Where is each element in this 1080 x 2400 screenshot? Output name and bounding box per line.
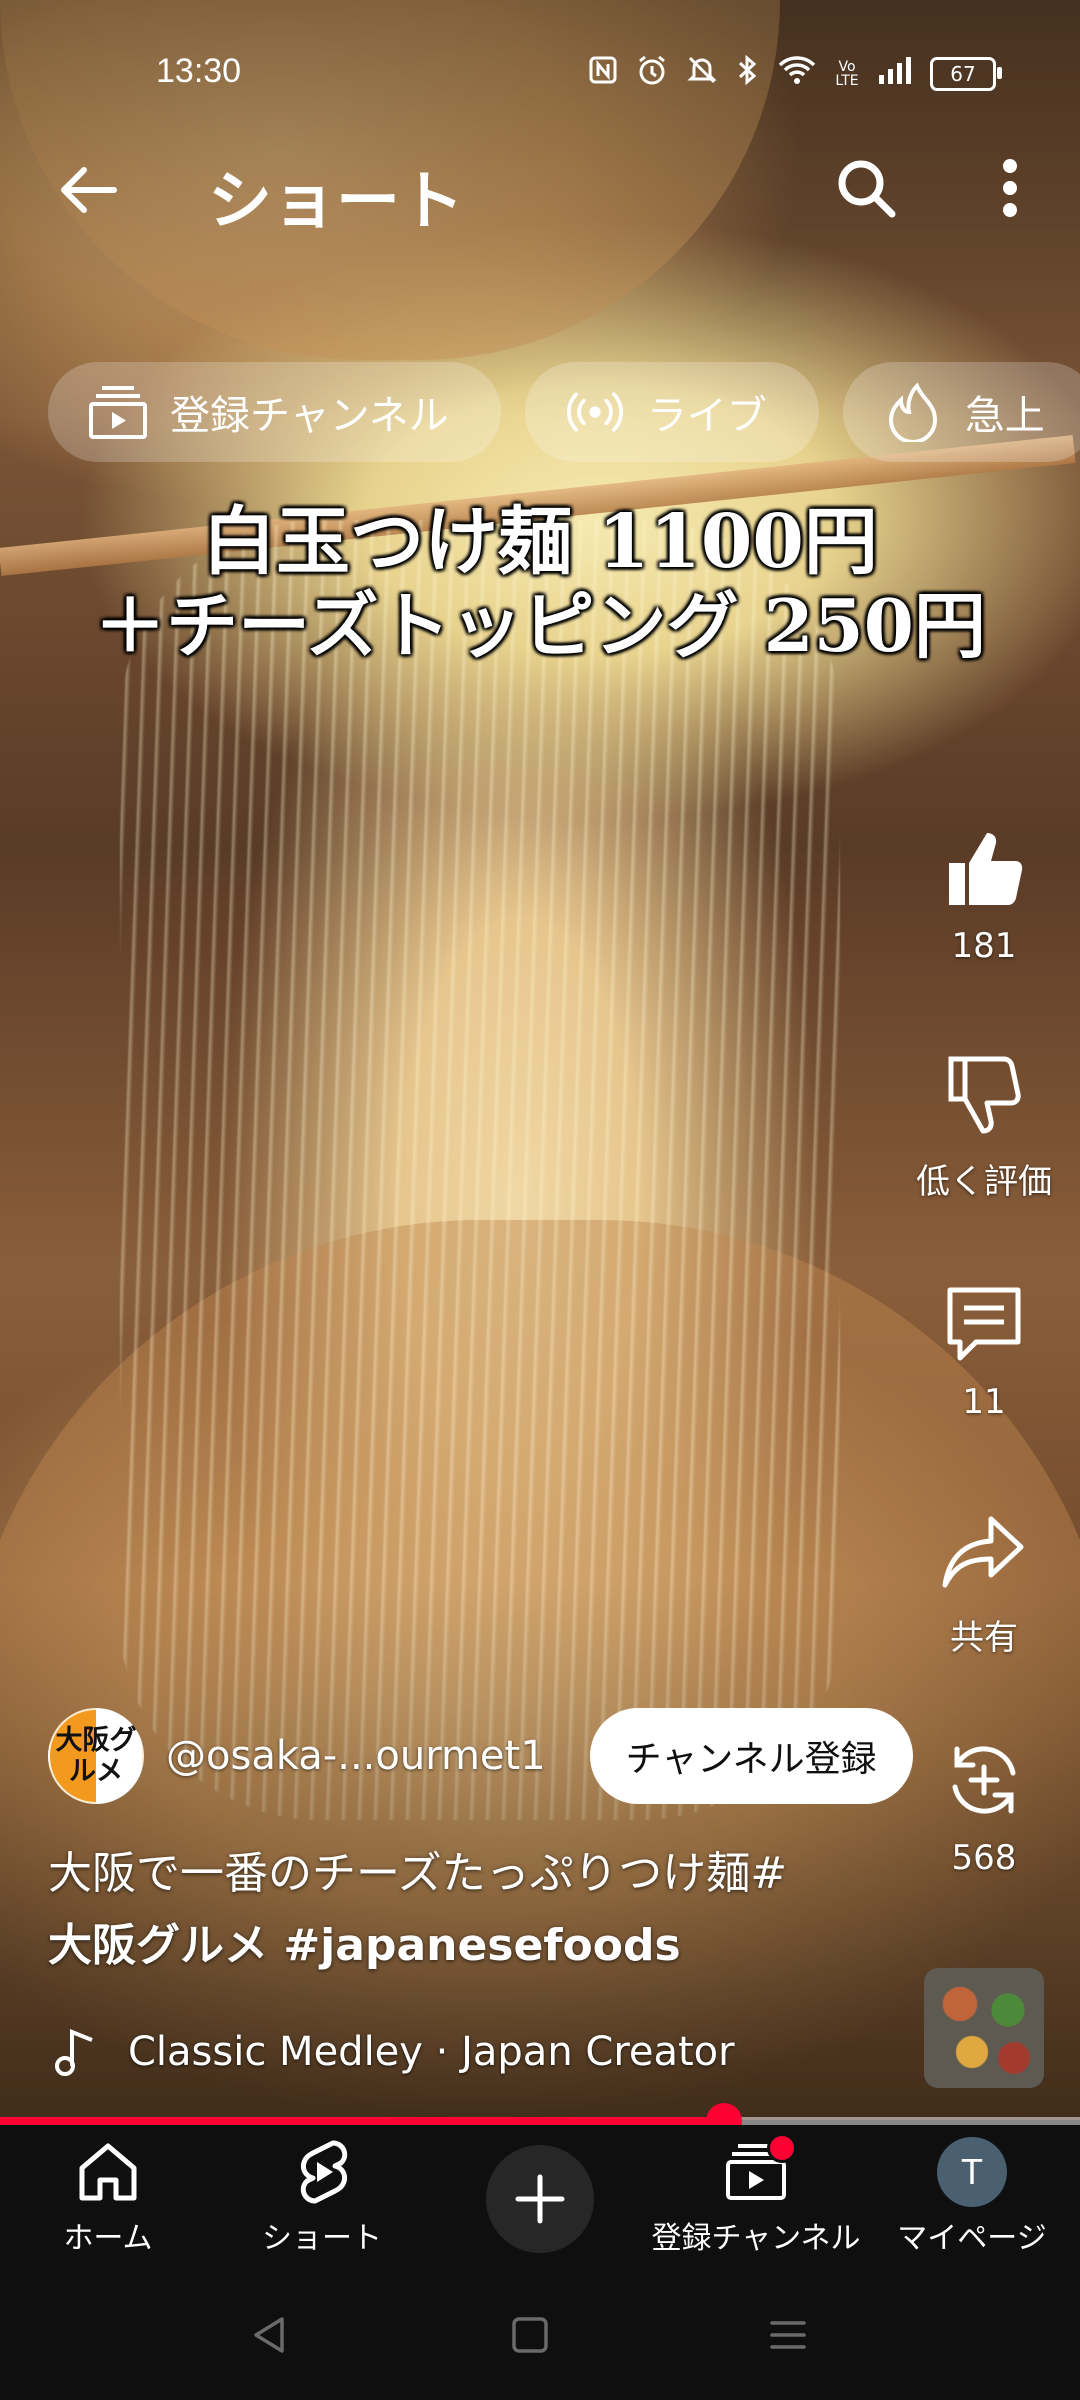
channel-handle[interactable]: @osaka-...ourmet1 — [166, 1733, 546, 1779]
progress-bar[interactable] — [0, 2103, 1080, 2139]
signal-icon — [878, 55, 912, 93]
subscriptions-icon — [88, 382, 148, 442]
system-recents-button[interactable] — [758, 2305, 818, 2365]
more-vert-icon — [1003, 159, 1017, 217]
remix-count: 568 — [951, 1838, 1017, 1878]
live-icon — [565, 382, 625, 442]
nav-my-page[interactable]: T マイページ — [872, 2137, 1072, 2257]
battery-icon: 67 — [930, 57, 1002, 91]
more-options-button[interactable] — [970, 148, 1050, 228]
nav-label: マイページ — [897, 2221, 1047, 2256]
mute-icon — [686, 54, 718, 94]
nav-label: 登録チャンネル — [651, 2221, 861, 2256]
nav-home[interactable]: ホーム — [8, 2137, 208, 2257]
caption-line-2: ＋チーズトッピング 250円 — [94, 583, 986, 668]
dislike-button[interactable]: 低く評価 — [904, 1048, 1064, 1203]
square-home-icon — [512, 2317, 548, 2353]
shorts-icon — [287, 2137, 357, 2207]
page-title: ショート — [208, 165, 464, 239]
music-row[interactable]: Classic Medley · Japan Creator — [48, 2020, 735, 2084]
progress-fill — [0, 2117, 724, 2125]
system-home-button[interactable] — [500, 2305, 560, 2365]
share-button[interactable]: 共有 — [904, 1504, 1064, 1659]
video-description[interactable]: 大阪で一番のチーズたっぷりつけ麺# 大阪グルメ #japanesefoods — [48, 1838, 888, 1982]
status-icons: Vo LTE 67 — [588, 54, 1002, 94]
search-button[interactable] — [826, 148, 906, 228]
trending-icon — [883, 382, 943, 442]
nav-subscriptions[interactable]: 登録チャンネル — [651, 2133, 861, 2257]
subscribe-button[interactable]: チャンネル登録 — [589, 1708, 913, 1804]
avatar-letter: T — [937, 2137, 1007, 2207]
nav-label: ショート — [262, 2221, 382, 2256]
bottom-navigation: ホーム ショート 登録チャンネル T マイページ — [0, 2125, 1080, 2265]
volte-icon: Vo LTE — [835, 59, 859, 89]
search-icon — [838, 160, 896, 218]
chip-subscriptions[interactable]: 登録チャンネル — [48, 362, 501, 462]
like-count: 181 — [951, 926, 1017, 966]
plus-icon — [515, 2174, 565, 2224]
filter-chips: 登録チャンネル ライブ 急上 — [48, 362, 1080, 462]
subscriptions-icon — [721, 2133, 797, 2207]
menu-recents-icon — [770, 2321, 806, 2349]
like-button[interactable]: 181 — [904, 820, 1064, 966]
channel-row: 大阪グルメ @osaka-...ourmet1 チャンネル登録 — [48, 1706, 913, 1806]
alarm-icon — [636, 54, 668, 94]
triangle-back-icon — [254, 2317, 284, 2353]
thumbs-up-icon — [936, 820, 1032, 916]
status-time: 13:30 — [156, 52, 242, 90]
nav-label: ホーム — [63, 2221, 153, 2256]
music-text: Classic Medley · Japan Creator — [128, 2029, 735, 2075]
music-note-icon — [48, 2024, 104, 2080]
remix-button[interactable]: 568 — [904, 1732, 1064, 1878]
wifi-icon — [778, 55, 816, 93]
music-thumbnail[interactable] — [924, 1968, 1044, 2088]
caption-line-1: 白玉つけ麺 1100円 — [202, 499, 878, 585]
back-arrow-icon — [61, 167, 117, 213]
status-bar: 13:30 Vo LTE 67 — [0, 38, 1080, 108]
notification-dot — [767, 2133, 797, 2163]
comments-button[interactable]: 11 — [904, 1276, 1064, 1422]
comment-icon — [936, 1276, 1032, 1372]
back-button[interactable] — [48, 150, 128, 230]
system-navigation-bar — [0, 2265, 1080, 2400]
chip-label: 登録チャンネル — [170, 393, 449, 439]
dislike-label: 低く評価 — [916, 1162, 1052, 1202]
create-button[interactable] — [486, 2145, 594, 2253]
system-back-button[interactable] — [240, 2305, 300, 2365]
description-line-1: 大阪で一番のチーズたっぷりつけ麺# — [48, 1848, 788, 1899]
chip-live[interactable]: ライブ — [524, 362, 819, 462]
chip-label: ライブ — [646, 393, 767, 439]
battery-level: 67 — [950, 62, 976, 86]
bluetooth-icon — [736, 54, 760, 94]
top-app-bar: ショート — [0, 140, 1080, 240]
avatar: T — [937, 2137, 1007, 2207]
home-icon — [73, 2137, 143, 2207]
shorts-screen: 13:30 Vo LTE 67 ショート 登録チャンネル ライブ 急上 白玉つけ… — [0, 0, 1080, 2400]
chip-label: 急上 — [964, 393, 1045, 439]
comment-count: 11 — [962, 1382, 1006, 1422]
share-icon — [936, 1504, 1032, 1600]
remix-icon — [936, 1732, 1032, 1828]
description-line-2: 大阪グルメ #japanesefoods — [48, 1920, 681, 1971]
video-caption: 白玉つけ麺 1100円 ＋チーズトッピング 250円 — [60, 500, 1020, 668]
thumbs-down-icon — [936, 1048, 1032, 1144]
nfc-icon — [588, 55, 618, 93]
channel-avatar[interactable]: 大阪グルメ — [48, 1708, 144, 1804]
nav-shorts[interactable]: ショート — [222, 2137, 422, 2257]
share-label: 共有 — [950, 1618, 1018, 1658]
chip-trending[interactable]: 急上 — [842, 362, 1080, 462]
